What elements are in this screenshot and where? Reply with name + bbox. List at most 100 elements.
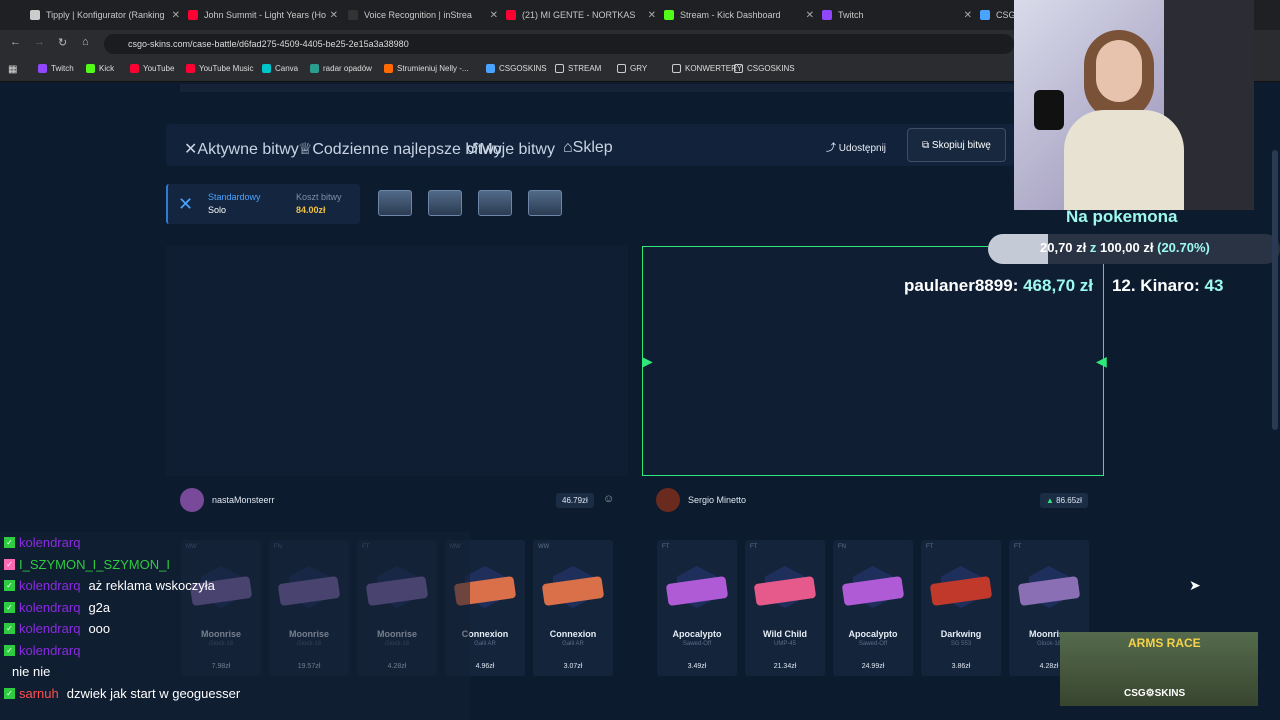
nav-item[interactable]: ⌂Sklep <box>563 139 613 157</box>
case-thumbnail[interactable] <box>478 190 512 216</box>
chat-badge-icon: ✓ <box>4 687 15 699</box>
chat-username: kolendrarq <box>19 621 81 636</box>
browser-tab[interactable]: CSG <box>980 4 1014 26</box>
tab-favicon-icon <box>822 10 832 20</box>
chat-username: sarnuh <box>19 685 59 701</box>
item-name: Wild Child <box>763 629 807 639</box>
goal-target: 100,00 zł <box>1100 240 1154 255</box>
share-icon: ⤴ <box>826 143 839 154</box>
chat-badge-icon: ✓ <box>4 601 15 613</box>
back-icon[interactable]: ← <box>10 36 21 48</box>
item-condition: FT <box>926 544 934 550</box>
close-tab-icon[interactable]: ✕ <box>964 10 972 21</box>
bookmark-item[interactable]: STREAM <box>555 64 601 73</box>
battle-mode-panel: ✕ Standardowy Solo Koszt bitwy 84.00zł <box>166 184 360 224</box>
bookmark-item[interactable]: Kick <box>86 64 114 73</box>
chat-username: kolendrarq <box>19 599 81 615</box>
weapon-image <box>665 575 729 607</box>
chat-text: aż reklama wskoczyła <box>88 578 215 593</box>
chat-message: ✓ kolendrarq <box>4 535 88 550</box>
bookmark-item[interactable]: YouTube <box>130 64 174 73</box>
folder-icon <box>555 64 564 73</box>
emoji-icon[interactable]: ☺ <box>603 493 614 505</box>
goal-percent: (20.70%) <box>1157 240 1210 255</box>
forward-icon[interactable]: → <box>34 36 45 48</box>
url-input[interactable]: csgo-skins.com/case-battle/d6fad275-4509… <box>104 34 1014 54</box>
bookmark-item[interactable]: radar opadów <box>310 64 372 73</box>
ad-title: ARMS RACE <box>1128 636 1201 650</box>
bookmark-item[interactable]: CSGOSKINS <box>486 64 547 73</box>
bookmark-item[interactable]: Strumieniuj Nelly -... <box>384 64 469 73</box>
browser-tab[interactable]: Voice Recognition | inStrea ✕ <box>348 4 498 26</box>
item-card[interactable]: FN Apocalypto Sawed-Off 24.99zł <box>833 540 913 676</box>
chat-message: ✓ sarnuh dzwiek jak start w geoguesser <box>4 686 240 701</box>
chat-username: kolendrarq <box>19 642 81 658</box>
bookmark-item[interactable]: Twitch <box>38 64 74 73</box>
close-tab-icon[interactable]: ✕ <box>330 10 338 21</box>
case-thumbnail[interactable] <box>428 190 462 216</box>
close-tab-icon[interactable]: ✕ <box>172 10 180 21</box>
avatar <box>656 488 680 512</box>
pointer-left-icon: ▶ <box>642 353 653 369</box>
browser-tab[interactable]: Tipply | Konfigurator (Ranking ✕ <box>30 4 180 26</box>
nav-item[interactable]: ↺Moje bitwy <box>466 139 555 159</box>
chat-text: ooo <box>88 621 111 636</box>
chat-message: ✓ kolendrarq g2a <box>4 600 110 615</box>
bookmark-item[interactable]: GRY <box>617 64 647 73</box>
chat-badge-icon: ✓ <box>4 623 15 634</box>
ticker-name: paulaner8899 <box>904 276 1013 295</box>
goal-current: 20,70 zł <box>1040 240 1087 255</box>
page-scrollbar[interactable] <box>1272 150 1278 430</box>
item-card[interactable]: WW Connexion Galil AR 3.07zł <box>533 540 613 676</box>
chat-badge-icon: ✓ <box>4 580 15 591</box>
browser-tab[interactable]: John Summit - Light Years (Ho ✕ <box>188 4 338 26</box>
tab-favicon-icon <box>30 10 40 20</box>
weapon-image <box>1017 575 1081 607</box>
bookmark-item[interactable]: CSGOSKINS <box>734 64 795 73</box>
folder-icon <box>734 64 743 73</box>
home-icon[interactable]: ⌂ <box>82 36 89 48</box>
bookmark-favicon-icon <box>38 64 47 73</box>
copy-battle-button[interactable]: ⧉ Skopiuj bitwę <box>907 128 1006 162</box>
item-condition: FT <box>662 544 670 550</box>
item-weapon: Galil AR <box>562 641 584 647</box>
bookmark-item[interactable]: Canva <box>262 64 298 73</box>
player-value-text: 86.65zł <box>1056 496 1082 505</box>
weapon-image <box>753 575 817 607</box>
cost-value: 84.00zł <box>296 205 326 215</box>
item-weapon: Sawed-Off <box>858 641 888 647</box>
close-tab-icon[interactable]: ✕ <box>490 10 498 21</box>
shop-icon: ⌂ <box>563 139 573 156</box>
swords-icon: ✕ <box>184 141 198 158</box>
bookmark-item[interactable]: KONWERTERY <box>672 64 742 73</box>
case-thumbnail[interactable] <box>528 190 562 216</box>
chat-badge-icon: ✓ <box>4 537 15 548</box>
case-thumbnail[interactable] <box>378 190 412 216</box>
close-tab-icon[interactable]: ✕ <box>806 10 814 21</box>
item-card[interactable]: FT Darkwing SG 553 3.86zł <box>921 540 1001 676</box>
mouse-cursor-icon: ➤ <box>1189 577 1201 593</box>
share-button[interactable]: ⤴ Udostępnij <box>826 139 886 154</box>
apps-grid-icon[interactable]: ▦ <box>8 64 17 75</box>
browser-tab[interactable]: Twitch ✕ <box>822 4 972 26</box>
item-condition: FT <box>750 544 758 550</box>
case-list <box>378 190 562 216</box>
item-name: Apocalypto <box>672 629 722 639</box>
browser-tab[interactable]: Stream - Kick Dashboard ✕ <box>664 4 814 26</box>
tab-title: (21) MI GENTE - NORTKAS <box>522 10 636 20</box>
ad-banner[interactable]: ARMS RACE CSG⚙SKINS <box>1060 632 1258 706</box>
item-card[interactable]: FT Wild Child UMP-45 21.34zł <box>745 540 825 676</box>
bookmark-item[interactable]: YouTube Music <box>186 64 254 73</box>
close-tab-icon[interactable]: ✕ <box>648 10 656 21</box>
item-name: Apocalypto <box>848 629 898 639</box>
browser-tab[interactable]: (21) MI GENTE - NORTKAS ✕ <box>506 4 656 26</box>
item-card[interactable]: FT Apocalypto Sawed-Off 3.49zł <box>657 540 737 676</box>
tab-favicon-icon <box>664 10 674 20</box>
reload-icon[interactable]: ↻ <box>58 36 67 49</box>
bookmark-label: YouTube <box>143 64 175 73</box>
pointer-right-icon: ◀ <box>1096 353 1107 369</box>
ticker-name: 12. Kinaro <box>1111 276 1195 295</box>
player-right: Sergio Minetto <box>656 484 746 516</box>
player-name: nastaMonsteerr <box>212 495 275 505</box>
nav-item[interactable]: ✕Aktywne bitwy <box>184 139 299 159</box>
